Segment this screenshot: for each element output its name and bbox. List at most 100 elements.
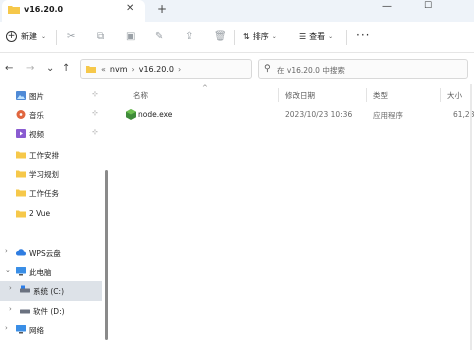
- cloud-icon: [16, 249, 26, 256]
- expand-chevron-icon[interactable]: ›: [9, 305, 12, 313]
- sidebar-item-label: 系统 (C:): [33, 287, 64, 296]
- sidebar-item-folder[interactable]: 工作任务: [0, 184, 102, 202]
- breadcrumb: « nvm › v16.20.0 ›: [101, 65, 181, 74]
- plus-circle-icon: +: [6, 31, 17, 42]
- sort-indicator-icon: ^: [202, 84, 208, 92]
- breadcrumb-item-nvm[interactable]: nvm: [110, 65, 128, 74]
- sidebar-item-folder[interactable]: 学习规划: [0, 165, 102, 183]
- forward-button[interactable]: →: [26, 63, 34, 74]
- sidebar-item-label: 2 Vue: [29, 209, 51, 218]
- sidebar-item-wps-cloud[interactable]: › WPS云盘: [0, 244, 102, 262]
- chevron-down-icon: ⌄: [328, 33, 334, 40]
- pin-icon: ⊹: [92, 90, 98, 98]
- pictures-icon: [16, 91, 26, 100]
- sidebar-item-label: 软件 (D:): [33, 307, 65, 316]
- folder-icon: [8, 6, 20, 14]
- sidebar-item-label: 图片: [29, 92, 44, 101]
- new-label: 新建: [21, 32, 37, 41]
- file-type: 应用程序: [373, 111, 403, 120]
- more-options-button[interactable]: ···: [356, 28, 370, 42]
- recent-locations-button[interactable]: ⌄: [46, 63, 54, 74]
- expand-chevron-icon[interactable]: ›: [5, 247, 8, 255]
- sidebar-scrollbar[interactable]: [105, 170, 108, 340]
- sidebar-item-network[interactable]: › 网络: [0, 321, 102, 339]
- toolbar-divider: [346, 30, 347, 45]
- navigation-pane: 图片 ⊹ 音乐 ⊹ 视频 ⊹ 工作安排 学习规划 工作任务 2 Vue › WP…: [0, 84, 104, 350]
- node-exe-icon: [126, 109, 136, 120]
- sidebar-item-drive-d[interactable]: › 软件 (D:): [0, 302, 102, 320]
- sidebar-item-folder[interactable]: 2 Vue: [0, 205, 102, 223]
- folder-icon: [16, 170, 26, 178]
- sort-button[interactable]: ⇅ 排序 ⌄: [243, 31, 277, 42]
- tab-current[interactable]: v16.20.0 ✕: [2, 0, 145, 22]
- folder-icon: [16, 210, 26, 218]
- folder-icon: [16, 151, 26, 159]
- folder-icon: [86, 66, 96, 73]
- folder-icon: [16, 189, 26, 197]
- search-icon: ⚲: [264, 64, 271, 74]
- chevron-down-icon: ⌄: [41, 33, 47, 40]
- sidebar-item-label: WPS云盘: [29, 249, 61, 258]
- videos-icon: [16, 129, 26, 138]
- new-button[interactable]: + 新建 ⌄: [6, 31, 46, 42]
- sidebar-item-drive-c[interactable]: › 系统 (C:): [0, 281, 102, 301]
- sidebar-item-folder[interactable]: 工作安排: [0, 146, 102, 164]
- column-header-size[interactable]: 大小: [447, 90, 462, 101]
- command-bar: + 新建 ⌄ ✂ ⧉ ▣ ✎ ⇪ 🗑 ⇅ 排序 ⌄ ☰ 查看 ⌄ ···: [0, 22, 474, 53]
- sidebar-item-label: 学习规划: [29, 170, 59, 179]
- column-divider[interactable]: [440, 88, 441, 102]
- minimize-button[interactable]: —: [382, 1, 392, 12]
- sidebar-item-this-pc[interactable]: ⌄ 此电脑: [0, 263, 102, 281]
- paste-icon[interactable]: ▣: [126, 31, 135, 42]
- column-header-name[interactable]: 名称: [133, 90, 148, 101]
- expand-chevron-icon[interactable]: ›: [9, 284, 12, 292]
- computer-icon: [16, 267, 26, 276]
- breadcrumb-item-current[interactable]: v16.20.0: [139, 65, 174, 74]
- content-scrollbar-track[interactable]: [470, 84, 472, 350]
- address-bar[interactable]: « nvm › v16.20.0 › ⌄ ↻: [80, 59, 323, 79]
- new-tab-button[interactable]: +: [157, 2, 167, 16]
- breadcrumb-separator: ›: [178, 65, 182, 74]
- sort-icon: ⇅: [243, 32, 250, 41]
- file-list: ^ 名称 修改日期 类型 大小 node.exe 2023/10/23 10:3…: [112, 84, 474, 350]
- file-row[interactable]: node.exe 2023/10/23 10:36 应用程序 61,235: [124, 106, 474, 124]
- column-divider[interactable]: [278, 88, 279, 102]
- view-icon: ☰: [299, 32, 307, 41]
- column-header-type[interactable]: 类型: [373, 90, 388, 101]
- chevron-down-icon: ⌄: [271, 33, 277, 40]
- title-bar: v16.20.0 ✕ + — ☐: [0, 0, 474, 22]
- rename-icon[interactable]: ✎: [155, 31, 163, 42]
- breadcrumb-overflow[interactable]: «: [101, 65, 106, 74]
- file-modified: 2023/10/23 10:36: [285, 110, 353, 119]
- music-icon: [16, 110, 26, 119]
- sidebar-item-label: 网络: [29, 326, 44, 335]
- back-button[interactable]: ←: [5, 63, 13, 74]
- sidebar-item-label: 工作任务: [29, 189, 59, 198]
- search-placeholder: 在 v16.20.0 中搜索: [277, 66, 345, 75]
- collapse-chevron-icon[interactable]: ⌄: [5, 266, 11, 274]
- file-name: node.exe: [138, 110, 173, 119]
- toolbar-divider: [234, 30, 235, 45]
- column-divider[interactable]: [366, 88, 367, 102]
- toolbar-divider: [56, 30, 57, 45]
- tab-close-button[interactable]: ✕: [126, 3, 134, 14]
- pin-icon: ⊹: [92, 128, 98, 136]
- sidebar-item-label: 音乐: [29, 111, 44, 120]
- view-label: 查看: [309, 32, 326, 41]
- sidebar-item-label: 此电脑: [29, 268, 52, 277]
- cut-icon[interactable]: ✂: [67, 31, 75, 42]
- delete-icon[interactable]: 🗑: [214, 31, 227, 42]
- sidebar-item-music[interactable]: 音乐 ⊹: [0, 106, 102, 124]
- share-icon[interactable]: ⇪: [185, 31, 193, 42]
- copy-icon[interactable]: ⧉: [97, 31, 104, 42]
- search-box[interactable]: ⚲ 在 v16.20.0 中搜索: [258, 59, 468, 79]
- up-button[interactable]: ↑: [62, 63, 70, 74]
- view-button[interactable]: ☰ 查看 ⌄: [299, 31, 333, 42]
- drive-icon: [20, 285, 30, 293]
- sidebar-item-videos[interactable]: 视频 ⊹: [0, 125, 102, 143]
- maximize-button[interactable]: ☐: [424, 1, 432, 11]
- column-header-modified[interactable]: 修改日期: [285, 90, 315, 101]
- sort-label: 排序: [252, 32, 269, 41]
- expand-chevron-icon[interactable]: ›: [5, 324, 8, 332]
- sidebar-item-pictures[interactable]: 图片 ⊹: [0, 87, 102, 105]
